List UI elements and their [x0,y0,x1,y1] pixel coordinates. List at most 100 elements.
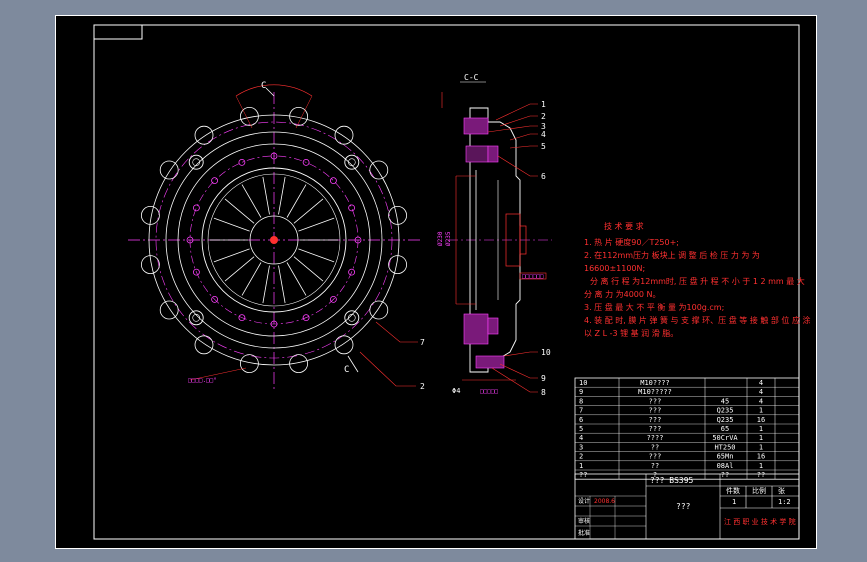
parts-cell-no: 1 [579,462,583,470]
pressure-plate-hatch-top [463,117,489,135]
parts-cell-name: M10????? [638,388,672,396]
spring-finger [286,262,307,296]
cut-arrow-bottom [347,355,359,373]
rivet-section-bottom [487,317,499,335]
spring-finger [224,256,255,282]
rivet-section-top [487,145,499,163]
parts-cell-qty: 1 [759,407,763,415]
dim-left-a: Ø230 [437,231,444,246]
callout-7: 7 [420,338,425,347]
callout-10: 10 [541,348,551,357]
section-view: C-C Ø230 Ø235 □□□□□□ Φ4 □□□□□ 1 2 3 4 5 … [437,73,552,397]
spring-finger [241,184,262,218]
callout-2: 2 [420,382,425,391]
parts-cell-qty: 1 [759,443,763,451]
flange-lobe [159,160,179,180]
school-name: 江 西 职 业 技 术 学 院 [724,517,796,526]
qty-label: 件数 [726,486,740,495]
callout-9: 9 [541,374,546,383]
drawing-subname: ??? [676,502,691,511]
pressure-plate-hatch-bottom [463,313,489,345]
parts-cell-name: ?? [651,443,659,451]
tech-req-title: 技 术 要 求 [604,221,644,231]
parts-cell-mat: 50CrVA [712,434,738,442]
spring-finger [262,265,270,304]
tech-req-line-6: 3. 压 盘 最 大 不 平 衡 量 为100g.cm; [584,302,724,312]
parts-cell-mat: 08Al [717,462,734,470]
flange-lobe [194,335,214,355]
flange-lobe [334,125,354,145]
parts-cell-no: 4 [579,434,583,442]
callout-8: 8 [541,388,546,397]
dim-left-b: Ø235 [445,231,452,246]
callout-7-leader [375,321,418,343]
center-mark [270,236,278,244]
scale-value: 1:2 [778,498,791,506]
parts-cell-no: 10 [579,379,587,387]
parts-cell-no: 7 [579,407,583,415]
bolt-section-bottom [475,355,505,369]
tech-req-line-7: 4. 装 配 时, 膜 片 弹 簧 与 支 撑 环、压 盘 等 接 触 部 位 … [584,315,811,325]
section-callouts: 1 2 3 4 5 6 10 9 8 [487,100,551,397]
rivet-hole [192,204,200,212]
parts-cell-name: ???? [647,434,664,442]
sheet-label: 张 [778,486,785,495]
spring-finger [241,262,262,296]
parts-cell-qty: 1 [759,434,763,442]
cut-label-bottom: C [344,365,349,375]
parts-cell-name: ??? [649,416,662,424]
bolt-hole [344,310,360,326]
parts-cell-qty: 16 [757,416,765,424]
tech-req-line-1: 1. 热 片 硬度90／T250+; [584,237,679,247]
parts-cell-mat: 65Mn [717,453,734,461]
flange-lobe [369,160,389,180]
parts-cell-no: 6 [579,416,583,424]
parts-cell-no: ?? [579,471,587,479]
qty-value: 1 [732,498,736,506]
parts-cell-no: 8 [579,397,583,405]
dim-right-label: □□□□□□ [522,273,544,280]
callout-1: 1 [541,100,546,109]
parts-cell-name: ??? [649,397,662,405]
spring-finger [213,217,250,232]
parts-cell-mat: Q235 [717,407,734,415]
parts-cell-qty: 4 [759,379,763,387]
bolt-hole [344,154,360,170]
flange-lobe [369,300,389,320]
spring-finger [293,256,324,282]
parts-cell-no: 2 [579,453,583,461]
hatch-mid-top [465,145,489,163]
corner-label-box [93,24,143,40]
parts-cell-mat: 65 [721,425,729,433]
spring-finger [298,248,335,263]
dim-bottom-mid: □□□□□ [480,388,498,395]
parts-cell-mat: ?? [721,471,729,479]
scale-label: 比例 [752,486,766,495]
spring-finger [278,176,286,215]
bolt-hole [188,310,204,326]
parts-cell-name: ??? [649,407,662,415]
callout-2-leader [359,351,416,387]
cut-label-top: C [261,81,266,91]
parts-cell-no: 9 [579,388,583,396]
parts-cell-qty: 1 [759,425,763,433]
callout-5: 5 [541,142,546,151]
rivet-hole [211,177,219,185]
tech-req-line-8: 以 Z L -3 锂 基 润 滑 脂。 [584,328,678,338]
parts-cell-name: M10???? [640,379,670,387]
spring-finger [298,217,335,232]
cut-arrow-top [265,87,275,97]
rivet-hole [238,158,246,166]
parts-cell-no: 3 [579,443,583,451]
title-block: ??? BS395 ??? 江 西 职 业 技 术 学 院 件数 比例 张 1 … [574,473,800,540]
approve-label: 批准 [578,529,590,537]
front-view: C C □□□□.□□° 7 2 [128,81,425,391]
rivet-hole [329,177,337,185]
cad-drawing: C C □□□□.□□° 7 2 C-C Ø230 Ø235 □□□□□□ Φ4… [93,24,811,540]
parts-cell-qty: 1 [759,462,763,470]
tech-req-line-4: 分 离 行 程 为12mm时, 压 盘 升 程 不 小 于 1 2 mm 最 大 [590,276,805,286]
flange-lobe [334,335,354,355]
parts-cell-qty: 4 [759,397,763,405]
section-label: C-C [464,73,479,82]
spring-finger [262,176,270,215]
